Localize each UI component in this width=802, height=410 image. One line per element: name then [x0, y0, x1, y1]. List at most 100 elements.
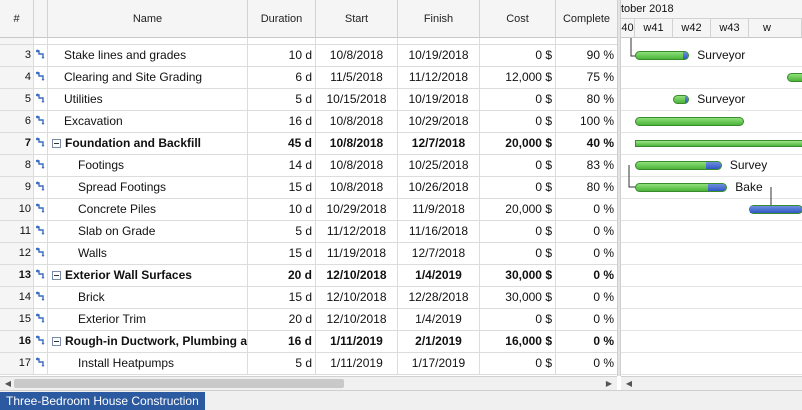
- task-start[interactable]: 12/10/2018: [316, 265, 398, 286]
- task-start[interactable]: 11/12/2018: [316, 221, 398, 242]
- task-complete[interactable]: 0 %: [556, 265, 617, 286]
- task-name[interactable]: Excavation: [48, 111, 248, 132]
- row-number[interactable]: 10: [0, 199, 34, 220]
- task-start[interactable]: 12/10/2018: [316, 287, 398, 308]
- row-number[interactable]: 8: [0, 155, 34, 176]
- task-start[interactable]: 1/11/2019: [316, 353, 398, 374]
- row-number[interactable]: 3: [0, 45, 34, 66]
- gantt-task-bar[interactable]: [635, 117, 744, 126]
- task-duration[interactable]: 10 d: [248, 199, 316, 220]
- task-start[interactable]: 11/19/2018: [316, 243, 398, 264]
- task-duration[interactable]: 16 d: [248, 331, 316, 352]
- gantt-task-bar[interactable]: [673, 95, 690, 104]
- task-complete[interactable]: 83 %: [556, 155, 617, 176]
- task-finish[interactable]: 2/1/2019: [398, 331, 480, 352]
- table-row[interactable]: 4 Clearing and Site Grading 6 d 11/5/2018 11…: [0, 67, 617, 89]
- task-cost[interactable]: 16,000 $: [480, 331, 556, 352]
- task-complete[interactable]: 40 %: [556, 133, 617, 154]
- gantt-task-bar[interactable]: [749, 205, 802, 214]
- task-finish[interactable]: 1/17/2019: [398, 353, 480, 374]
- task-finish[interactable]: 10/26/2018: [398, 177, 480, 198]
- gantt-task-bar[interactable]: [635, 161, 722, 170]
- task-start[interactable]: 1/11/2019: [316, 331, 398, 352]
- task-finish[interactable]: 10/19/2018: [398, 45, 480, 66]
- row-number[interactable]: 9: [0, 177, 34, 198]
- task-cost[interactable]: 0 $: [480, 309, 556, 330]
- task-duration[interactable]: 14 d: [248, 155, 316, 176]
- task-name[interactable]: Exterior Trim: [48, 309, 248, 330]
- collapse-toggle-icon[interactable]: [52, 271, 61, 281]
- table-row[interactable]: 17 Install Heatpumps 5 d 1/11/2019 1/17/2019…: [0, 353, 617, 375]
- task-start[interactable]: 12/10/2018: [316, 309, 398, 330]
- row-number[interactable]: 11: [0, 221, 34, 242]
- task-finish[interactable]: 11/16/2018: [398, 221, 480, 242]
- header-start[interactable]: Start: [316, 0, 398, 38]
- table-row[interactable]: 7 Foundation and Backfill 45 d 10/8/2018 12/…: [0, 133, 617, 155]
- task-cost[interactable]: 0 $: [480, 243, 556, 264]
- task-cost[interactable]: 0 $: [480, 89, 556, 110]
- table-row[interactable]: 8 Footings 14 d 10/8/2018 10/25/2018 0 $83 %: [0, 155, 617, 177]
- row-number[interactable]: 14: [0, 287, 34, 308]
- task-complete[interactable]: 80 %: [556, 89, 617, 110]
- task-name[interactable]: Rough-in Ductwork, Plumbing and: [48, 331, 248, 352]
- sheet-tab-active[interactable]: Three-Bedroom House Construction: [0, 392, 205, 410]
- task-duration[interactable]: 5 d: [248, 353, 316, 374]
- task-cost[interactable]: 0 $: [480, 45, 556, 66]
- task-finish[interactable]: 10/19/2018: [398, 89, 480, 110]
- task-complete[interactable]: 75 %: [556, 67, 617, 88]
- table-row[interactable]: 13 Exterior Wall Surfaces 20 d 12/10/2018 1/…: [0, 265, 617, 287]
- task-duration[interactable]: 10 d: [248, 45, 316, 66]
- task-name[interactable]: Spread Footings: [48, 177, 248, 198]
- task-cost[interactable]: 0 $: [480, 221, 556, 242]
- task-duration[interactable]: 6 d: [248, 67, 316, 88]
- table-row[interactable]: 6 Excavation 16 d 10/8/2018 10/29/2018 0 $100…: [0, 111, 617, 133]
- task-duration[interactable]: 20 d: [248, 309, 316, 330]
- task-start[interactable]: 10/8/2018: [316, 177, 398, 198]
- task-complete[interactable]: 0 %: [556, 221, 617, 242]
- task-complete[interactable]: 0 %: [556, 287, 617, 308]
- task-name[interactable]: Clearing and Site Grading: [48, 67, 248, 88]
- task-duration[interactable]: 15 d: [248, 177, 316, 198]
- task-cost[interactable]: 20,000 $: [480, 133, 556, 154]
- row-number[interactable]: 13: [0, 265, 34, 286]
- row-number[interactable]: 4: [0, 67, 34, 88]
- row-number[interactable]: 6: [0, 111, 34, 132]
- table-row[interactable]: 14 Brick 15 d 12/10/2018 12/28/2018 30,000 $0…: [0, 287, 617, 309]
- table-row[interactable]: 9 Spread Footings 15 d 10/8/2018 10/26/2018 0…: [0, 177, 617, 199]
- task-name[interactable]: Concrete Piles: [48, 199, 248, 220]
- gantt-task-bar[interactable]: [787, 73, 802, 82]
- task-cost[interactable]: 20,000 $: [480, 199, 556, 220]
- task-start[interactable]: 11/5/2018: [316, 67, 398, 88]
- header-duration[interactable]: Duration: [248, 0, 316, 38]
- collapse-toggle-icon[interactable]: [52, 139, 61, 149]
- task-duration[interactable]: 16 d: [248, 111, 316, 132]
- task-finish[interactable]: 11/12/2018: [398, 67, 480, 88]
- task-complete[interactable]: 90 %: [556, 45, 617, 66]
- row-number[interactable]: 15: [0, 309, 34, 330]
- gantt-chart[interactable]: tober 2018 40 w41 w42 w43 w Surveyor Surv…: [621, 0, 802, 376]
- task-cost[interactable]: 0 $: [480, 155, 556, 176]
- gantt-task-bar[interactable]: [635, 183, 728, 192]
- task-duration[interactable]: 5 d: [248, 89, 316, 110]
- gantt-task-bar[interactable]: [635, 51, 690, 60]
- table-row[interactable]: 11 Slab on Grade 5 d 11/12/2018 11/16/2018 0 …: [0, 221, 617, 243]
- task-cost[interactable]: 0 $: [480, 353, 556, 374]
- row-number[interactable]: 7: [0, 133, 34, 154]
- task-complete[interactable]: 0 %: [556, 331, 617, 352]
- task-duration[interactable]: 5 d: [248, 221, 316, 242]
- task-cost[interactable]: 30,000 $: [480, 287, 556, 308]
- task-complete[interactable]: 0 %: [556, 309, 617, 330]
- header-name[interactable]: Name: [48, 0, 248, 38]
- task-name[interactable]: Exterior Wall Surfaces: [48, 265, 248, 286]
- task-cost[interactable]: 0 $: [480, 111, 556, 132]
- task-complete[interactable]: 100 %: [556, 111, 617, 132]
- table-row[interactable]: 5 Utilities 5 d 10/15/2018 10/19/2018 0 $80 %: [0, 89, 617, 111]
- task-start[interactable]: 10/8/2018: [316, 133, 398, 154]
- row-number[interactable]: 16: [0, 331, 34, 352]
- task-complete[interactable]: 0 %: [556, 243, 617, 264]
- header-finish[interactable]: Finish: [398, 0, 480, 38]
- table-row[interactable]: 3 Stake lines and grades 10 d 10/8/2018 10/1…: [0, 45, 617, 67]
- gantt-horizontal-scrollbar[interactable]: ◀: [621, 376, 802, 390]
- task-cost[interactable]: 30,000 $: [480, 265, 556, 286]
- gantt-scroll-left-arrow-icon[interactable]: ◀: [623, 378, 635, 390]
